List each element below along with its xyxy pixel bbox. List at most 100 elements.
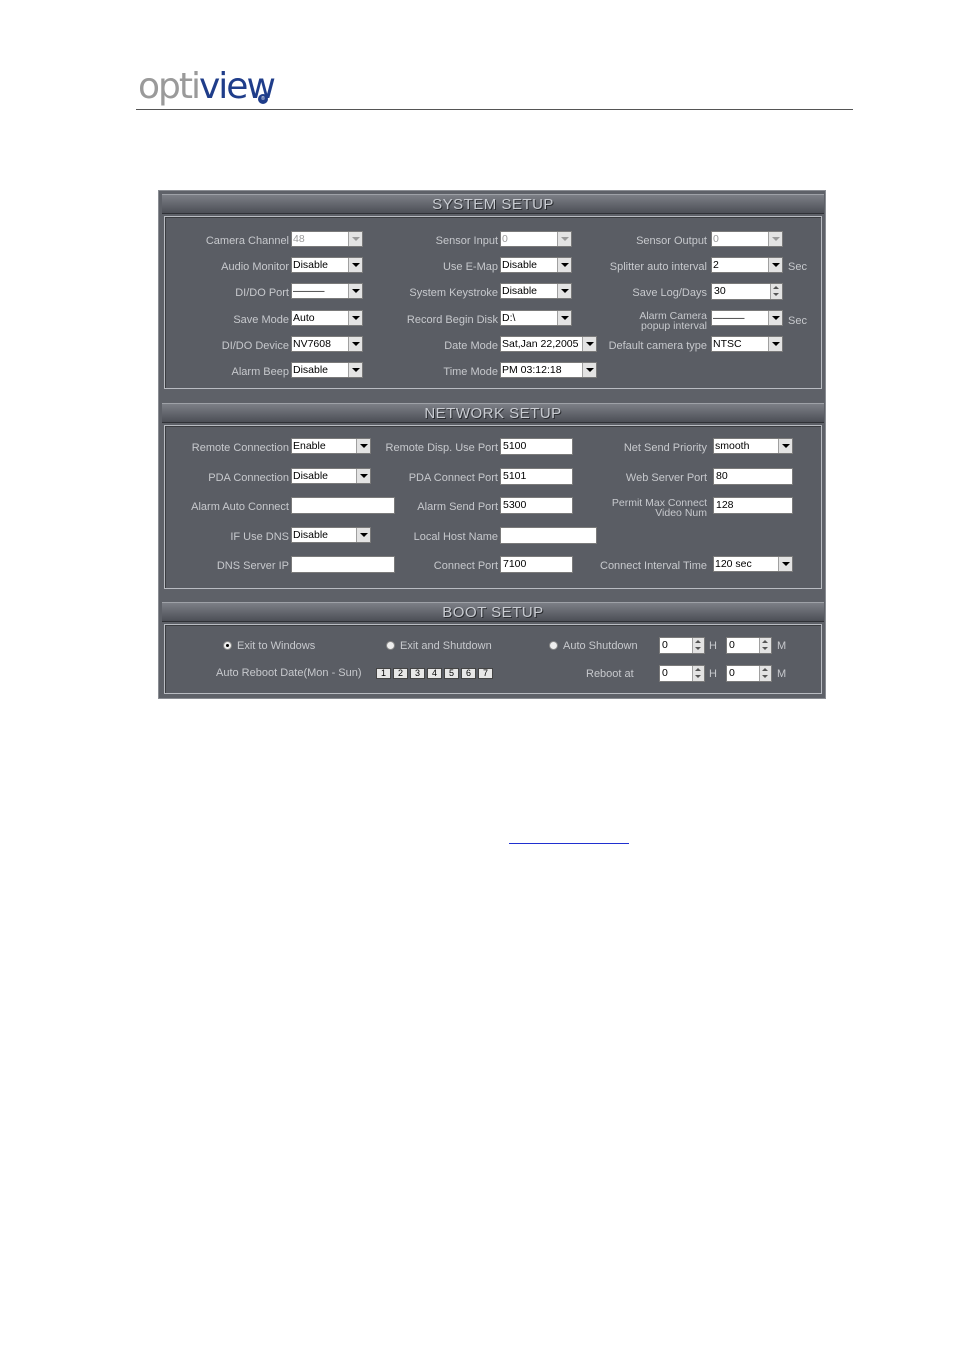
alarm-beep-combo[interactable]: Disable — [291, 362, 363, 378]
reboot-day-7[interactable]: 7 — [478, 668, 493, 679]
exit-to-windows-label: Exit to Windows — [237, 640, 316, 652]
exit-to-windows-radio[interactable] — [223, 641, 232, 650]
date-mode-combo[interactable]: Sat,Jan 22,2005 — [500, 336, 597, 352]
camera-channel-combo[interactable]: 48 — [291, 231, 363, 247]
reboot-at-minute-spinner[interactable]: 0 — [726, 665, 772, 682]
if-use-dns-label: IF Use DNS — [230, 531, 289, 543]
chevron-down-icon[interactable] — [557, 284, 571, 298]
minute-unit: M — [777, 640, 787, 652]
use-emap-combo[interactable]: Disable — [500, 257, 572, 273]
chevron-down-icon[interactable] — [768, 337, 782, 351]
auto-shutdown-minute-spinner[interactable]: 0 — [726, 637, 772, 654]
alarm-send-port-label: Alarm Send Port — [417, 501, 498, 513]
logo-registered-mark: ® — [258, 94, 268, 104]
hour-unit: H — [709, 640, 717, 652]
network-setup-header: NETWORK SETUP — [162, 403, 824, 423]
minute-unit: M — [777, 668, 787, 680]
chevron-down-icon[interactable] — [768, 258, 782, 272]
spin-arrows-icon[interactable] — [770, 284, 782, 299]
chevron-down-icon[interactable] — [356, 439, 370, 453]
alarm-camera-popup-combo[interactable]: ——— — [711, 310, 783, 326]
net-send-priority-combo[interactable]: smooth — [713, 438, 793, 454]
splitter-auto-interval-combo[interactable]: 2 — [711, 257, 783, 273]
save-log-days-spinner[interactable]: 30 — [711, 283, 783, 300]
chevron-down-icon[interactable] — [348, 363, 362, 377]
chevron-down-icon[interactable] — [557, 311, 571, 325]
auto-shutdown-radio[interactable] — [549, 641, 558, 650]
sensor-output-combo[interactable]: 0 — [711, 231, 783, 247]
time-mode-combo[interactable]: PM 03:12:18 — [500, 362, 597, 378]
chevron-down-icon[interactable] — [768, 311, 782, 325]
reboot-day-4[interactable]: 4 — [427, 668, 442, 679]
reboot-day-1[interactable]: 1 — [376, 668, 391, 679]
pda-connection-combo[interactable]: Disable — [291, 468, 371, 484]
alarm-auto-connect-field[interactable] — [291, 497, 395, 514]
dns-server-ip-label: DNS Server IP — [216, 560, 289, 572]
chevron-down-icon[interactable] — [356, 528, 370, 542]
date-mode-label: Date Mode — [444, 340, 498, 352]
optiview-logo: optiview ® — [138, 66, 276, 107]
network-setup-title: NETWORK SETUP — [424, 405, 562, 422]
dido-device-combo[interactable]: NV7608 — [291, 336, 363, 352]
spin-arrows-icon[interactable] — [759, 638, 771, 653]
chevron-down-icon[interactable] — [778, 557, 792, 571]
pda-connect-port-label: PDA Connect Port — [408, 472, 498, 484]
web-server-port-field[interactable]: 80 — [713, 468, 793, 485]
spin-arrows-icon[interactable] — [759, 666, 771, 681]
reboot-day-2[interactable]: 2 — [393, 668, 408, 679]
connect-interval-time-combo[interactable]: 120 sec — [713, 556, 793, 572]
reboot-day-3[interactable]: 3 — [410, 668, 425, 679]
chevron-down-icon[interactable] — [356, 469, 370, 483]
sensor-output-label: Sensor Output — [636, 235, 707, 247]
if-use-dns-combo[interactable]: Disable — [291, 527, 371, 543]
time-mode-label: Time Mode — [443, 366, 498, 378]
alarm-camera-popup-label: Alarm Camera popup interval — [639, 310, 707, 332]
dido-port-label: DI/DO Port — [235, 287, 289, 299]
boot-setup-panel: Exit to Windows Exit and Shutdown Auto S… — [164, 624, 822, 694]
reboot-at-label: Reboot at — [586, 668, 634, 680]
connect-port-field[interactable]: 7100 — [500, 556, 573, 573]
audio-monitor-combo[interactable]: Disable — [291, 257, 363, 273]
reboot-day-6[interactable]: 6 — [461, 668, 476, 679]
remote-connection-label: Remote Connection — [191, 442, 289, 454]
remote-connection-combo[interactable]: Enable — [291, 438, 371, 454]
system-setup-title: SYSTEM SETUP — [432, 196, 554, 213]
system-keystroke-combo[interactable]: Disable — [500, 283, 572, 299]
chevron-down-icon[interactable] — [348, 258, 362, 272]
chevron-down-icon[interactable] — [778, 439, 792, 453]
auto-reboot-date-label: Auto Reboot Date(Mon - Sun) — [216, 667, 362, 679]
sensor-input-combo[interactable]: 0 — [500, 231, 572, 247]
record-begin-disk-combo[interactable]: D:\ — [500, 310, 572, 326]
chevron-down-icon[interactable] — [582, 363, 596, 377]
chevron-down-icon[interactable] — [348, 284, 362, 298]
dns-server-ip-field[interactable] — [291, 556, 395, 573]
chevron-down-icon[interactable] — [582, 337, 596, 351]
save-log-days-label: Save Log/Days — [632, 287, 707, 299]
chevron-down-icon[interactable] — [768, 232, 782, 246]
header-rule — [136, 109, 853, 110]
hyperlink-underline[interactable] — [509, 843, 629, 844]
auto-shutdown-hour-spinner[interactable]: 0 — [659, 637, 705, 654]
permit-max-connect-field[interactable]: 128 — [713, 497, 793, 514]
local-host-name-field[interactable] — [500, 527, 597, 544]
remote-disp-use-port-field[interactable]: 5100 — [500, 438, 573, 455]
spin-arrows-icon[interactable] — [692, 638, 704, 653]
chevron-down-icon[interactable] — [348, 337, 362, 351]
spin-arrows-icon[interactable] — [692, 666, 704, 681]
reboot-day-5[interactable]: 5 — [444, 668, 459, 679]
reboot-at-hour-spinner[interactable]: 0 — [659, 665, 705, 682]
alarm-send-port-field[interactable]: 5300 — [500, 497, 573, 514]
net-send-priority-label: Net Send Priority — [623, 442, 707, 454]
save-mode-combo[interactable]: Auto — [291, 310, 363, 326]
chevron-down-icon[interactable] — [348, 311, 362, 325]
dido-port-combo[interactable]: ——— — [291, 283, 363, 299]
chevron-down-icon[interactable] — [557, 232, 571, 246]
pda-connect-port-field[interactable]: 5101 — [500, 468, 573, 485]
connect-interval-time-label: Connect Interval Time — [600, 560, 707, 572]
remote-disp-use-port-label: Remote Disp. Use Port — [385, 442, 498, 454]
logo-opti-text: opti — [138, 66, 201, 107]
exit-and-shutdown-radio[interactable] — [386, 641, 395, 650]
chevron-down-icon[interactable] — [557, 258, 571, 272]
chevron-down-icon[interactable] — [348, 232, 362, 246]
default-camera-type-combo[interactable]: NTSC — [711, 336, 783, 352]
